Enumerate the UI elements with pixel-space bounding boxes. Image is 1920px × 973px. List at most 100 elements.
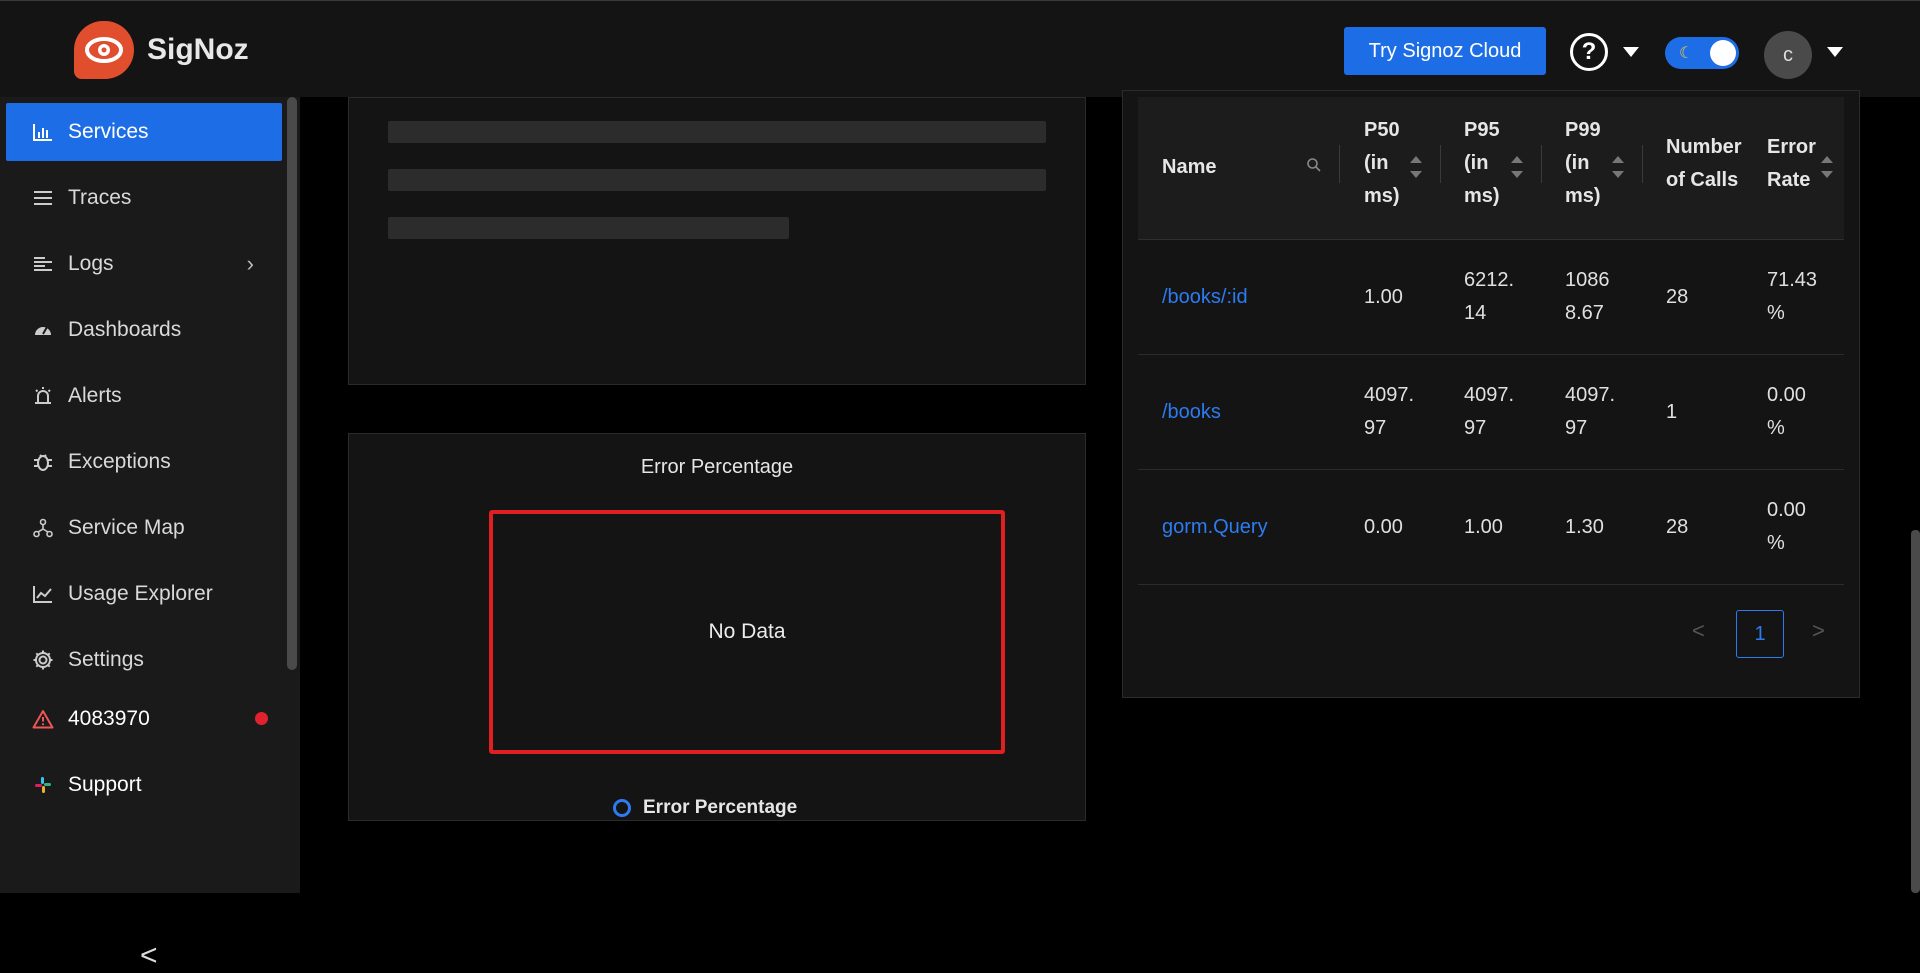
slack-icon — [30, 773, 56, 797]
header-line: P99 — [1565, 119, 1601, 141]
p50-value: 1.00 — [1364, 286, 1403, 308]
error-percentage-panel: Error Percentage No Data Error Percentag… — [348, 433, 1086, 821]
sidebar-item-services[interactable]: Services — [6, 103, 282, 161]
pagination-next-icon[interactable]: > — [1812, 618, 1825, 644]
sidebar-item-traces[interactable]: Traces — [6, 169, 282, 227]
top-header: SigNoz Try Signoz Cloud ? ☾ c — [0, 0, 1920, 97]
p99-value: 1.30 — [1565, 516, 1604, 538]
notification-dot — [255, 712, 268, 725]
sidebar-scrollbar[interactable] — [287, 97, 297, 670]
sidebar-item-label: Support — [68, 773, 142, 796]
header-line: P95 — [1464, 119, 1500, 141]
pagination-prev-icon[interactable]: < — [1692, 618, 1705, 644]
value-line: 0.00 — [1767, 384, 1806, 406]
header-line: ms) — [1565, 185, 1601, 207]
sidebar-item-dashboards[interactable]: Dashboards — [6, 301, 282, 359]
value-line: 14 — [1464, 302, 1487, 324]
column-separator — [1440, 145, 1441, 183]
sidebar-item-label: Logs — [68, 252, 114, 275]
signoz-logo-icon[interactable] — [74, 21, 134, 79]
avatar[interactable]: c — [1764, 31, 1812, 79]
header-line: (in — [1565, 152, 1590, 174]
header-line: Rate — [1767, 169, 1811, 191]
alarm-icon — [30, 384, 56, 408]
skeleton-line — [388, 217, 789, 239]
collapse-sidebar-icon[interactable]: < — [140, 939, 158, 973]
endpoint-link[interactable]: /books/:id — [1162, 281, 1248, 314]
value-line: 8.67 — [1565, 302, 1604, 324]
brand-name[interactable]: SigNoz — [147, 33, 249, 67]
legend-marker-icon — [613, 799, 631, 817]
p99-value: 4097. 97 — [1565, 379, 1615, 445]
error-rate-value: 0.00 % — [1767, 379, 1806, 445]
endpoint-link[interactable]: /books — [1162, 396, 1221, 429]
sidebar-item-support[interactable]: Support — [6, 756, 282, 814]
header-line: (in — [1464, 152, 1489, 174]
pagination-page-1[interactable]: 1 — [1736, 610, 1784, 658]
value-line: 97 — [1565, 417, 1588, 439]
p95-value: 1.00 — [1464, 516, 1503, 538]
table-row: gorm.Query 0.00 1.00 1.30 28 0.00 % — [1138, 470, 1844, 585]
sidebar-item-exceptions[interactable]: Exceptions — [6, 433, 282, 491]
column-header-p95[interactable]: P95 (in ms) — [1464, 114, 1500, 213]
header-line: (in — [1364, 152, 1389, 174]
value-line: 6212. — [1464, 269, 1515, 291]
value-line: 97 — [1364, 417, 1387, 439]
theme-toggle[interactable]: ☾ — [1665, 37, 1739, 69]
try-cloud-button[interactable]: Try Signoz Cloud — [1344, 27, 1546, 75]
chart-legend[interactable]: Error Percentage — [613, 797, 797, 819]
sort-icon[interactable] — [1410, 156, 1422, 178]
endpoint-link[interactable]: gorm.Query — [1162, 511, 1268, 544]
p99-value: 1086 8.67 — [1565, 264, 1610, 330]
column-header-p99[interactable]: P99 (in ms) — [1565, 114, 1601, 213]
bug-icon — [30, 450, 56, 474]
sidebar-item-label: Service Map — [68, 516, 185, 539]
value-line: 4097. — [1464, 384, 1515, 406]
sort-icon[interactable] — [1511, 156, 1523, 178]
sort-icon[interactable] — [1821, 156, 1833, 178]
gear-icon — [30, 648, 56, 672]
value-line: % — [1767, 302, 1785, 324]
skeleton-line — [388, 121, 1046, 143]
column-header-error-rate[interactable]: Error Rate — [1767, 131, 1816, 197]
p95-value: 4097. 97 — [1464, 379, 1514, 445]
value-line: 1086 — [1565, 269, 1610, 291]
bar-chart-icon — [30, 120, 56, 144]
page-scrollbar[interactable] — [1911, 530, 1920, 893]
sidebar-item-label: Dashboards — [68, 318, 182, 341]
column-header-name[interactable]: Name — [1162, 151, 1216, 184]
value-line: % — [1767, 532, 1785, 554]
column-header-p50[interactable]: P50 (in ms) — [1364, 114, 1400, 213]
menu-lines-icon — [30, 186, 56, 210]
value-line: % — [1767, 417, 1785, 439]
calls-value: 28 — [1666, 286, 1689, 308]
help-dropdown-chevron-icon[interactable] — [1623, 47, 1639, 57]
p50-value: 0.00 — [1364, 516, 1403, 538]
line-chart-icon — [30, 582, 56, 606]
sidebar-item-logs[interactable]: Logs › — [6, 235, 282, 293]
value-line: 4097. — [1565, 384, 1616, 406]
warning-icon — [30, 707, 56, 731]
sort-icon[interactable] — [1612, 156, 1624, 178]
value-line: 0.00 — [1767, 499, 1806, 521]
moon-icon: ☾ — [1679, 45, 1694, 62]
sidebar-item-alert-count[interactable]: 4083970 — [6, 690, 282, 748]
column-separator — [1541, 145, 1542, 183]
table-row: /books 4097. 97 4097. 97 4097. 97 1 0.00… — [1138, 355, 1844, 470]
no-data-area: No Data — [489, 510, 1005, 754]
sidebar-item-label: 4083970 — [68, 707, 150, 730]
sidebar-item-usage-explorer[interactable]: Usage Explorer — [6, 565, 282, 623]
sidebar-item-service-map[interactable]: Service Map — [6, 499, 282, 557]
error-rate-value: 71.43 % — [1767, 264, 1817, 330]
column-separator — [1642, 145, 1643, 183]
sidebar-item-settings[interactable]: Settings — [6, 631, 282, 689]
table-header: Name P50 (in ms) P95 (in ms) P99 (in ms)… — [1138, 97, 1844, 240]
search-icon[interactable] — [1306, 157, 1322, 178]
sidebar-item-alerts[interactable]: Alerts — [6, 367, 282, 425]
help-icon[interactable]: ? — [1570, 33, 1608, 71]
user-dropdown-chevron-icon[interactable] — [1827, 47, 1843, 57]
header-line: of Calls — [1666, 169, 1739, 191]
p95-value: 6212. 14 — [1464, 264, 1514, 330]
header-line: P50 — [1364, 119, 1400, 141]
calls-value: 28 — [1666, 516, 1689, 538]
